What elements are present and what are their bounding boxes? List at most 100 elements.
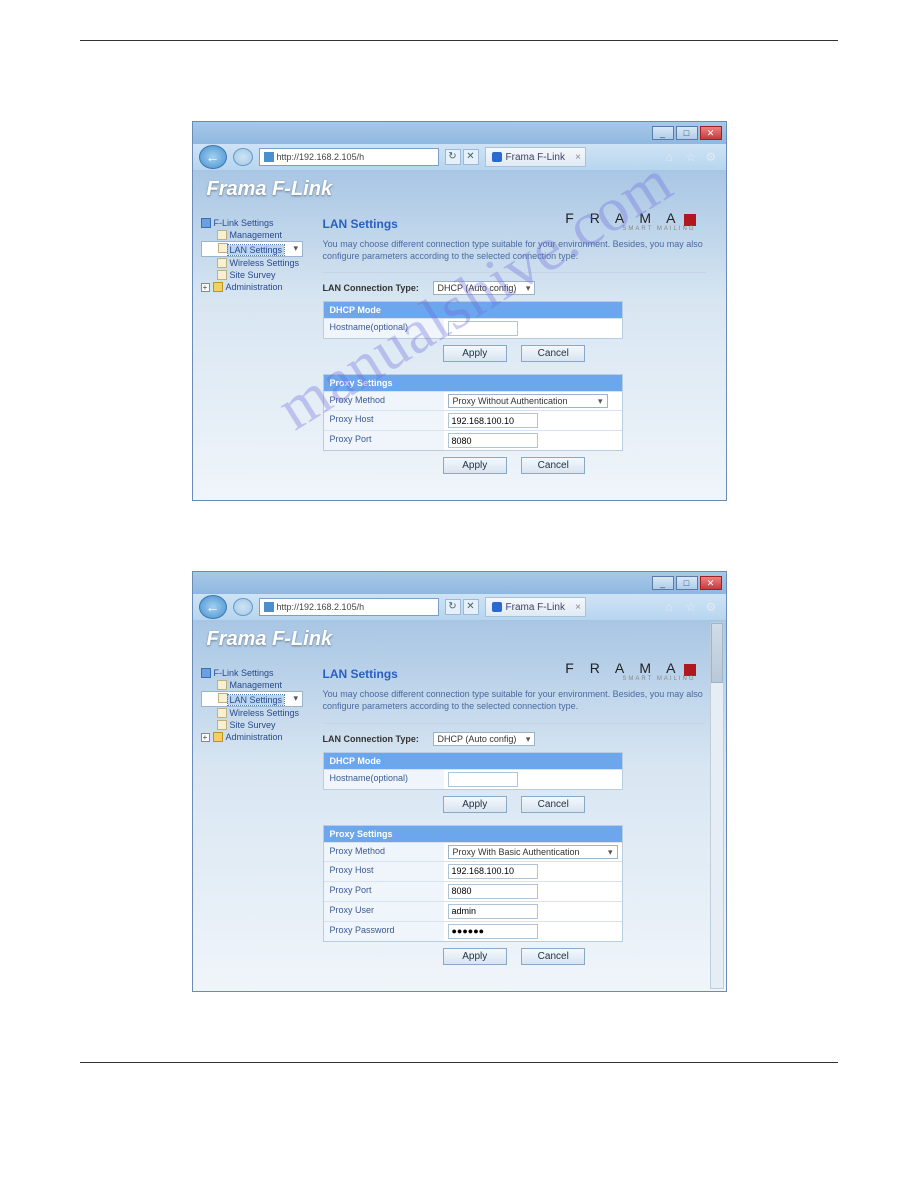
proxy-user-input[interactable]	[448, 904, 538, 919]
tree-item-site-survey[interactable]: Site Survey	[201, 269, 311, 281]
root-icon	[201, 218, 211, 228]
dhcp-table: DHCP Mode Hostname(optional)	[323, 301, 623, 339]
apply-button[interactable]: Apply	[443, 457, 507, 474]
tree-root-flink[interactable]: F-Link Settings	[201, 217, 311, 229]
favorites-icon[interactable]: ☆	[686, 150, 700, 164]
bottom-rule	[80, 1062, 838, 1063]
apply-button[interactable]: Apply	[443, 796, 507, 813]
window-maximize-button[interactable]: □	[676, 576, 698, 590]
sidebar-tree: F-Link Settings Management LAN Settings …	[201, 663, 311, 970]
proxy-password-input[interactable]	[448, 924, 538, 939]
window-minimize-button[interactable]: _	[652, 126, 674, 140]
nav-forward-button[interactable]	[233, 148, 253, 166]
refresh-button[interactable]: ↻	[445, 599, 461, 615]
tree-item-site-survey[interactable]: Site Survey	[201, 719, 311, 731]
tree-label: Site Survey	[230, 270, 276, 280]
tools-icon[interactable]: ⚙	[706, 600, 720, 614]
proxy-method-label: Proxy Method	[324, 392, 444, 410]
proxy-port-input[interactable]	[448, 884, 538, 899]
brand-subtitle: SMART MAILING	[565, 676, 695, 682]
hostname-input[interactable]	[448, 772, 518, 787]
tree-item-lan-settings[interactable]: LAN Settings	[201, 691, 304, 707]
apply-button[interactable]: Apply	[443, 345, 507, 362]
stop-button[interactable]: ✕	[463, 599, 479, 615]
tree-item-management[interactable]: Management	[201, 229, 311, 241]
brand-subtitle: SMART MAILING	[565, 226, 695, 232]
tab-favicon-icon	[492, 602, 502, 612]
tree-root-flink[interactable]: F-Link Settings	[201, 667, 311, 679]
page-icon	[218, 693, 228, 703]
dhcp-header: DHCP Mode	[324, 302, 622, 318]
sidebar-tree: F-Link Settings Management LAN Settings …	[201, 213, 311, 480]
proxy-password-label: Proxy Password	[324, 922, 444, 941]
tree-item-lan-settings[interactable]: LAN Settings	[201, 241, 304, 257]
brand-square-icon	[684, 664, 696, 676]
tab-close-icon[interactable]: ×	[575, 602, 581, 613]
tree-item-administration[interactable]: + Administration	[201, 281, 311, 293]
app-title: Frama F-Link	[207, 628, 712, 651]
browser-tab[interactable]: Frama F-Link ×	[485, 597, 586, 617]
tab-close-icon[interactable]: ×	[575, 152, 581, 163]
tree-item-administration[interactable]: + Administration	[201, 731, 311, 743]
conn-type-select[interactable]: DHCP (Auto config)	[433, 732, 536, 746]
cancel-button[interactable]: Cancel	[521, 457, 585, 474]
browser-tab[interactable]: Frama F-Link ×	[485, 147, 586, 167]
screenshot-2: _ □ ✕ ← http://192.168.2.105/h ↻ ✕ Frama…	[192, 571, 727, 991]
ie-favicon-icon	[264, 602, 274, 612]
conn-type-select[interactable]: DHCP (Auto config)	[433, 281, 536, 295]
proxy-host-input[interactable]	[448, 864, 538, 879]
home-icon[interactable]: ⌂	[666, 150, 680, 164]
tree-item-wireless-settings[interactable]: Wireless Settings	[201, 707, 311, 719]
tree-label: Site Survey	[230, 720, 276, 730]
tree-label: Administration	[226, 282, 283, 292]
tree-label: F-Link Settings	[214, 668, 274, 678]
nav-back-button[interactable]: ←	[199, 145, 227, 169]
scrollbar-thumb[interactable]	[711, 623, 723, 683]
browser-toolbar: ← http://192.168.2.105/h ↻ ✕ Frama F-Lin…	[193, 144, 726, 170]
nav-back-button[interactable]: ←	[199, 595, 227, 619]
tree-label: Wireless Settings	[230, 258, 300, 268]
nav-forward-button[interactable]	[233, 598, 253, 616]
scrollbar[interactable]	[710, 622, 724, 988]
expand-icon[interactable]: +	[201, 733, 210, 742]
tree-item-wireless-settings[interactable]: Wireless Settings	[201, 257, 311, 269]
arrow-left-icon: ←	[206, 149, 220, 165]
refresh-button[interactable]: ↻	[445, 149, 461, 165]
proxy-method-select[interactable]: Proxy With Basic Authentication	[448, 845, 618, 859]
stop-button[interactable]: ✕	[463, 149, 479, 165]
home-icon[interactable]: ⌂	[666, 600, 680, 614]
address-bar[interactable]: http://192.168.2.105/h	[259, 148, 439, 166]
apply-button[interactable]: Apply	[443, 948, 507, 965]
top-rule	[80, 40, 838, 41]
favorites-icon[interactable]: ☆	[686, 600, 700, 614]
window-close-button[interactable]: ✕	[700, 126, 722, 140]
arrow-left-icon: ←	[206, 599, 220, 615]
conn-type-label: LAN Connection Type:	[323, 734, 433, 744]
proxy-host-input[interactable]	[448, 413, 538, 428]
screenshot-1: _ □ ✕ ← http://192.168.2.105/h ↻ ✕ Frama…	[192, 121, 727, 501]
proxy-table: Proxy Settings Proxy Method Proxy Withou…	[323, 374, 623, 451]
tree-label: Administration	[226, 732, 283, 742]
page-icon	[218, 243, 228, 253]
proxy-host-label: Proxy Host	[324, 411, 444, 430]
address-bar[interactable]: http://192.168.2.105/h	[259, 598, 439, 616]
proxy-method-select[interactable]: Proxy Without Authentication	[448, 394, 608, 408]
tools-icon[interactable]: ⚙	[706, 150, 720, 164]
page-icon	[217, 258, 227, 268]
page-icon	[217, 270, 227, 280]
cancel-button[interactable]: Cancel	[521, 345, 585, 362]
tab-favicon-icon	[492, 152, 502, 162]
hostname-input[interactable]	[448, 321, 518, 336]
window-close-button[interactable]: ✕	[700, 576, 722, 590]
proxy-port-input[interactable]	[448, 433, 538, 448]
expand-icon[interactable]: +	[201, 283, 210, 292]
cancel-button[interactable]: Cancel	[521, 948, 585, 965]
window-maximize-button[interactable]: □	[676, 126, 698, 140]
url-text: http://192.168.2.105/h	[277, 602, 365, 612]
cancel-button[interactable]: Cancel	[521, 796, 585, 813]
page-icon	[217, 230, 227, 240]
window-minimize-button[interactable]: _	[652, 576, 674, 590]
tree-item-management[interactable]: Management	[201, 679, 311, 691]
dhcp-table: DHCP Mode Hostname(optional)	[323, 752, 623, 790]
dhcp-header: DHCP Mode	[324, 753, 622, 769]
